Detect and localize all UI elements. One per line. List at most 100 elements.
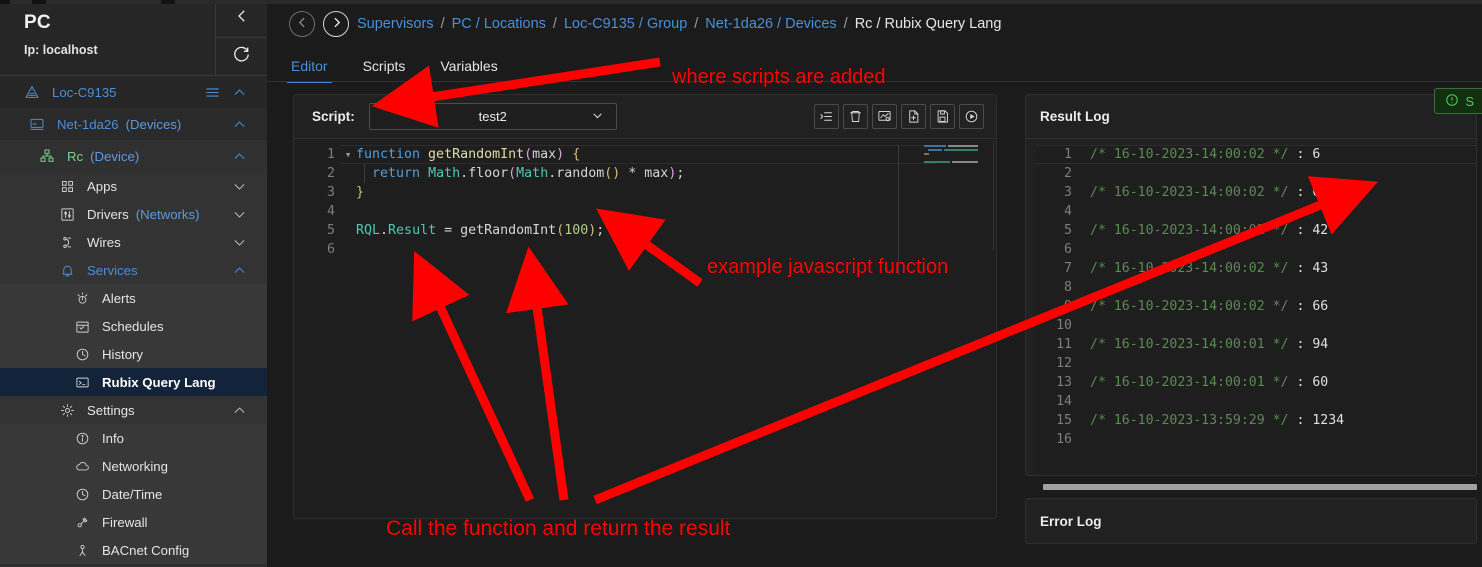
code-fold-toggle [340, 221, 356, 240]
app-root: PC Ip: localhost Loc-C9135 Net-1da26 (De… [0, 0, 1482, 567]
refresh-icon [232, 45, 251, 69]
content-row: Script: test2 1 ▾ function getRandomInt(ma… [267, 82, 1482, 544]
sidebar-item-drivers[interactable]: Drivers (Networks) [0, 200, 267, 228]
code-fold-toggle [340, 202, 356, 221]
sidebar-item-wires[interactable]: Wires [0, 228, 267, 256]
save-disk-icon[interactable] [930, 104, 955, 129]
script-select[interactable]: test2 [368, 103, 617, 130]
breadcrumb-item[interactable]: PC / Locations [452, 16, 546, 32]
sidebar-collapse-button[interactable] [216, 0, 267, 38]
firewall-icon [72, 515, 92, 530]
run-play-icon[interactable] [959, 104, 984, 129]
editor-tool-buttons [814, 104, 984, 129]
result-log-hscrollbar[interactable] [1025, 483, 1477, 491]
person-icon [72, 543, 92, 558]
result-log-value: 68 [1312, 185, 1329, 200]
chevron-down-icon[interactable] [232, 179, 247, 194]
chevron-up-icon[interactable] [232, 263, 247, 278]
result-log-line-number: 7 [1064, 261, 1072, 276]
chevron-left-circle-icon [296, 16, 309, 33]
result-log-current-line [1036, 145, 1476, 164]
sidebar-item-net-1da26[interactable]: Net-1da26 (Devices) [0, 108, 267, 140]
result-log-line-number: 9 [1064, 299, 1072, 314]
main-area: Supervisors / PC / Locations / Loc-C9135 / G… [267, 0, 1482, 567]
sidebar-tree[interactable]: Loc-C9135 Net-1da26 (Devices) Rc (Device) App… [0, 76, 267, 567]
result-log-timestamp: /* 16-10-2023-14:00:02 */ [1090, 185, 1289, 200]
result-log-line-text: /* 16-10-2023-14:00:02 */ : 42 [1090, 221, 1328, 240]
cloud-icon [72, 459, 92, 474]
sidebar-item-loc-c9135[interactable]: Loc-C9135 [0, 76, 267, 108]
sidebar-item-label: History [102, 346, 144, 362]
result-log-line-number: 3 [1064, 185, 1072, 200]
result-log-separator: : [1288, 261, 1313, 276]
sidebar-item-date-time[interactable]: Date/Time [0, 480, 267, 508]
sidebar-header-text: PC Ip: localhost [0, 0, 215, 75]
result-log-line-text: /* 16-10-2023-14:00:02 */ : 68 [1090, 183, 1328, 202]
sidebar-item-firewall[interactable]: Firewall [0, 508, 267, 536]
sidebar-item-services[interactable]: Services [0, 256, 267, 284]
new-file-icon[interactable] [901, 104, 926, 129]
sidebar-item-label: Apps [87, 178, 118, 194]
chevron-up-icon[interactable] [232, 117, 247, 132]
result-log-line-number: 10 [1056, 318, 1072, 333]
sidebar-item-apps[interactable]: Apps [0, 172, 267, 200]
nav-back-button[interactable] [289, 11, 315, 37]
sidebar-item-rc[interactable]: Rc (Device) [0, 140, 267, 172]
code-line: 4 [294, 202, 996, 221]
code-minimap[interactable] [924, 143, 988, 183]
sidebar-item-rubix-query-lang[interactable]: Rubix Query Lang [0, 368, 267, 396]
sidebar-item-label: Settings [87, 402, 135, 418]
code-fold-toggle [340, 240, 356, 259]
info-icon [72, 431, 92, 446]
sidebar-title: PC [24, 12, 51, 33]
sidebar-item-label: Alerts [102, 290, 136, 306]
result-log-line-number: 16 [1056, 432, 1072, 447]
format-list-icon[interactable] [814, 104, 839, 129]
chevron-up-icon[interactable] [232, 403, 247, 418]
chevron-up-icon[interactable] [232, 149, 247, 164]
sidebar-item-history[interactable]: History [0, 340, 267, 368]
sidebar-item-settings[interactable]: Settings [0, 396, 267, 424]
hamburger-icon[interactable] [204, 84, 221, 101]
code-line-number: 3 [326, 185, 335, 200]
code-line-number: 5 [326, 223, 335, 238]
chevron-up-icon[interactable] [232, 85, 247, 100]
result-log-line-number: 5 [1064, 223, 1072, 238]
result-log-line-number: 6 [1064, 242, 1072, 257]
code-editor[interactable]: 1 ▾ function getRandomInt(max) {2 return M… [294, 139, 996, 518]
trash-icon[interactable] [843, 104, 868, 129]
breadcrumb-item[interactable]: Net-1da26 / Devices [705, 16, 836, 32]
scrollbar-thumb[interactable] [1043, 484, 1477, 490]
tab-scripts[interactable]: Scripts [363, 58, 406, 82]
result-log-line-number: 12 [1056, 356, 1072, 371]
breadcrumb: Supervisors / PC / Locations / Loc-C9135 / G… [267, 0, 1482, 48]
sidebar-item-label: Date/Time [102, 486, 163, 502]
apps-grid-icon [57, 179, 77, 194]
code-line-number: 4 [326, 204, 335, 219]
sidebar-item-label: Wires [87, 234, 121, 250]
chart-settings-icon[interactable] [872, 104, 897, 129]
code-fold-toggle [340, 164, 356, 183]
chevron-down-icon[interactable] [232, 207, 247, 222]
sidebar-item-label: Services [87, 262, 138, 278]
nav-forward-button[interactable] [323, 11, 349, 37]
result-log-line: 15 /* 16-10-2023-13:59:29 */ : 1234 [1036, 411, 1476, 430]
sidebar-item-alerts[interactable]: Alerts [0, 284, 267, 312]
status-badge[interactable]: S [1434, 88, 1482, 114]
minimap-divider [993, 141, 994, 251]
sidebar-item-networking[interactable]: Networking [0, 452, 267, 480]
result-log-line: 2 [1036, 164, 1476, 183]
result-log-line: 11 /* 16-10-2023-14:00:01 */ : 94 [1036, 335, 1476, 354]
chevron-down-icon[interactable] [232, 235, 247, 250]
breadcrumb-item[interactable]: Supervisors [357, 16, 434, 32]
sidebar-item-schedules[interactable]: Schedules [0, 312, 267, 340]
breadcrumb-item[interactable]: Loc-C9135 / Group [564, 16, 687, 32]
sidebar-refresh-button[interactable] [216, 38, 267, 75]
result-log-body[interactable]: 1/* 16-10-2023-14:00:02 */ : 6 2 3/* 16-10… [1036, 145, 1476, 475]
sidebar-item-info[interactable]: Info [0, 424, 267, 452]
result-log-value: 94 [1312, 337, 1329, 352]
tab-variables[interactable]: Variables [440, 58, 497, 82]
tab-editor[interactable]: Editor [287, 58, 332, 83]
sidebar-item-bacnet-config[interactable]: BACnet Config [0, 536, 267, 564]
result-log-value: 1234 [1312, 413, 1345, 428]
